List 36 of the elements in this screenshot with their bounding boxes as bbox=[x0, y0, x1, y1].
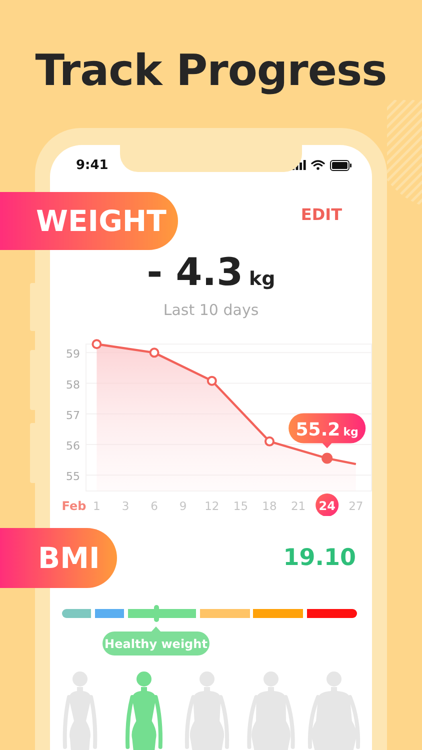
signal-icon bbox=[292, 160, 306, 170]
bmi-value: 19.10 bbox=[283, 545, 356, 571]
y-axis-label: 55 bbox=[66, 470, 80, 484]
period-label: Last 10 days bbox=[162, 300, 260, 321]
x-tick-label: 24 bbox=[318, 499, 336, 513]
weight-change: - 4.3 bbox=[146, 250, 244, 294]
x-axis-label: 27 bbox=[348, 499, 364, 513]
status-time: 9:41 bbox=[76, 158, 108, 172]
headline: Track Progress bbox=[34, 45, 388, 98]
x-axis-label: 9 bbox=[179, 499, 187, 513]
annotation: 55.2 kg bbox=[296, 419, 358, 440]
selected-day[interactable]: 24 bbox=[316, 494, 339, 516]
x-axis-label: 21 bbox=[290, 499, 306, 513]
data-point bbox=[149, 348, 160, 358]
data-point bbox=[206, 376, 217, 386]
value-callout: 55.2 kg bbox=[288, 413, 366, 448]
y-axis-label: 57 bbox=[66, 408, 80, 422]
month-label: Feb bbox=[62, 499, 86, 513]
y-axis-label: 58 bbox=[66, 378, 80, 392]
data-point bbox=[264, 436, 274, 446]
x-axis-label: 6 bbox=[150, 499, 158, 513]
wifi-icon bbox=[311, 160, 325, 170]
bmi-badge: BMI bbox=[0, 528, 117, 588]
edit-button[interactable]: EDIT bbox=[300, 204, 342, 224]
x-axis-label: 3 bbox=[122, 499, 130, 513]
x-axis-label: 12 bbox=[204, 499, 220, 513]
weight-badge: WEIGHT bbox=[0, 192, 178, 250]
x-axis-label: 15 bbox=[233, 499, 248, 513]
y-axis-label: 56 bbox=[66, 439, 80, 452]
weight-unit: kg bbox=[249, 268, 276, 290]
y-axis-label: 59 bbox=[66, 348, 80, 361]
data-point bbox=[322, 452, 333, 464]
battery-icon bbox=[330, 160, 352, 170]
data-point bbox=[92, 339, 102, 350]
x-axis-label: 18 bbox=[262, 499, 277, 513]
x-axis-label: 1 bbox=[93, 499, 100, 513]
